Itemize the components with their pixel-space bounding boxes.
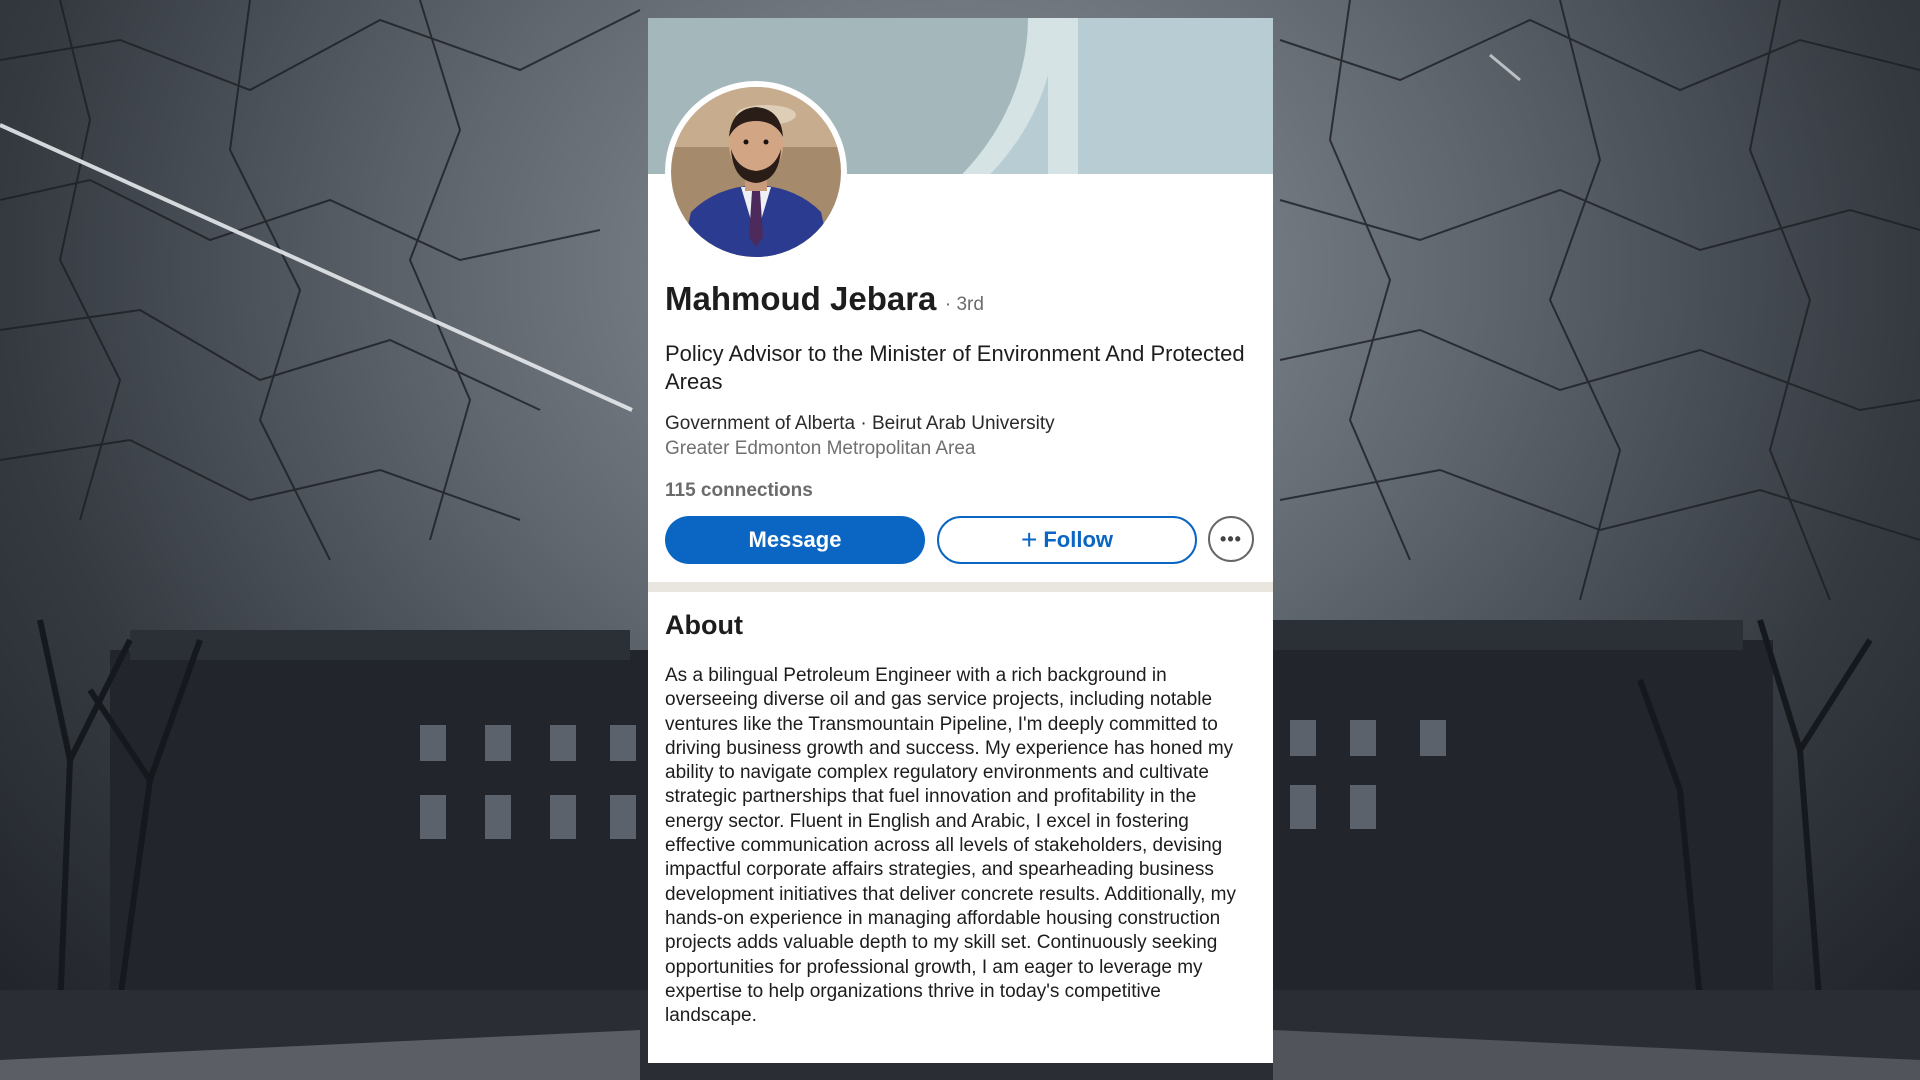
banner-band bbox=[1048, 18, 1078, 174]
follow-button-label: Follow bbox=[1043, 527, 1113, 552]
profile-location: Greater Edmonton Metropolitan Area bbox=[665, 438, 976, 459]
profile-organizations[interactable]: Government of Alberta · Beirut Arab Univ… bbox=[665, 413, 1055, 435]
message-button[interactable]: Message bbox=[665, 516, 925, 564]
background-scene: Mahmoud Jebara · 3rd Policy Advisor to t… bbox=[0, 0, 1920, 1080]
more-options-button[interactable]: ••• bbox=[1208, 516, 1254, 562]
about-text: As a bilingual Petroleum Engineer with a… bbox=[665, 665, 1236, 1027]
connection-degree: · 3rd bbox=[944, 294, 984, 315]
section-divider bbox=[648, 582, 1273, 592]
name-row: Mahmoud Jebara · 3rd bbox=[665, 280, 984, 318]
more-icon: ••• bbox=[1220, 528, 1242, 549]
follow-button[interactable]: + Follow bbox=[937, 516, 1197, 564]
connections-count[interactable]: 115 connections bbox=[665, 480, 813, 502]
profile-headline: Policy Advisor to the Minister of Enviro… bbox=[665, 341, 1245, 394]
profile-name: Mahmoud Jebara bbox=[665, 280, 937, 317]
about-heading: About bbox=[665, 610, 743, 640]
profile-card: Mahmoud Jebara · 3rd Policy Advisor to t… bbox=[648, 18, 1273, 1063]
plus-icon: + bbox=[1020, 524, 1038, 555]
avatar[interactable] bbox=[665, 81, 847, 263]
message-button-label: Message bbox=[748, 527, 842, 552]
profile-photo bbox=[671, 87, 841, 257]
